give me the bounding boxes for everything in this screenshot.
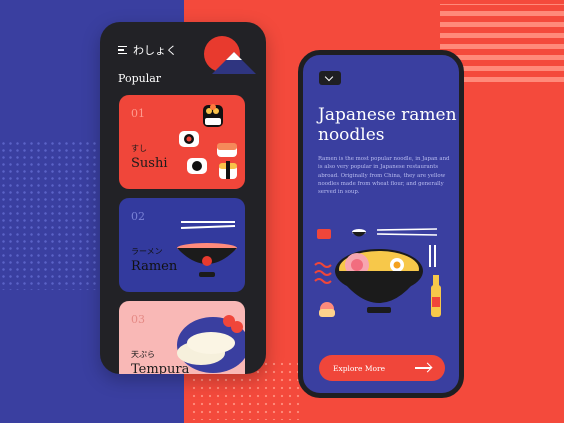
dot-pattern bbox=[0, 140, 110, 290]
card-japanese-label: 天ぷら bbox=[131, 350, 155, 359]
card-tempura[interactable]: 03 天ぷら Tempura bbox=[119, 301, 245, 374]
detail-description: Ramen is the most popular noodle, in Jap… bbox=[318, 156, 450, 196]
card-japanese-label: ラーメン bbox=[131, 247, 163, 256]
chevron-down-icon[interactable] bbox=[319, 71, 341, 85]
tempura-icon bbox=[177, 315, 245, 373]
explore-more-button[interactable]: Explore More bbox=[319, 355, 445, 381]
card-number: 02 bbox=[131, 210, 145, 223]
menu-icon[interactable] bbox=[118, 46, 127, 54]
card-japanese-label: すし bbox=[131, 144, 147, 153]
card-sushi[interactable]: 01 すし Sushi bbox=[119, 95, 245, 189]
app-header: わしょく bbox=[118, 42, 177, 58]
sushi-icon bbox=[179, 104, 237, 179]
card-number: 03 bbox=[131, 313, 145, 326]
ramen-illustration bbox=[314, 228, 441, 317]
card-title: Sushi bbox=[131, 156, 168, 171]
card-title: Ramen bbox=[131, 259, 178, 274]
phone-list-screen: わしょく Popular 01 すし Sushi 02 ラーメン Ramen 0… bbox=[100, 22, 266, 374]
card-number: 01 bbox=[131, 107, 145, 120]
detail-title: Japanese ramen noodles bbox=[318, 105, 457, 145]
section-title: Popular bbox=[118, 72, 162, 85]
phone-detail-screen: Japanese ramen noodles Ramen is the most… bbox=[298, 50, 464, 398]
card-ramen[interactable]: 02 ラーメン Ramen bbox=[119, 198, 245, 292]
arrow-right-icon bbox=[415, 367, 431, 369]
mountain-snow-cap bbox=[226, 52, 242, 60]
explore-more-label: Explore More bbox=[333, 363, 386, 373]
ramen-bowl-icon bbox=[177, 221, 237, 277]
app-brand: わしょく bbox=[133, 44, 177, 57]
